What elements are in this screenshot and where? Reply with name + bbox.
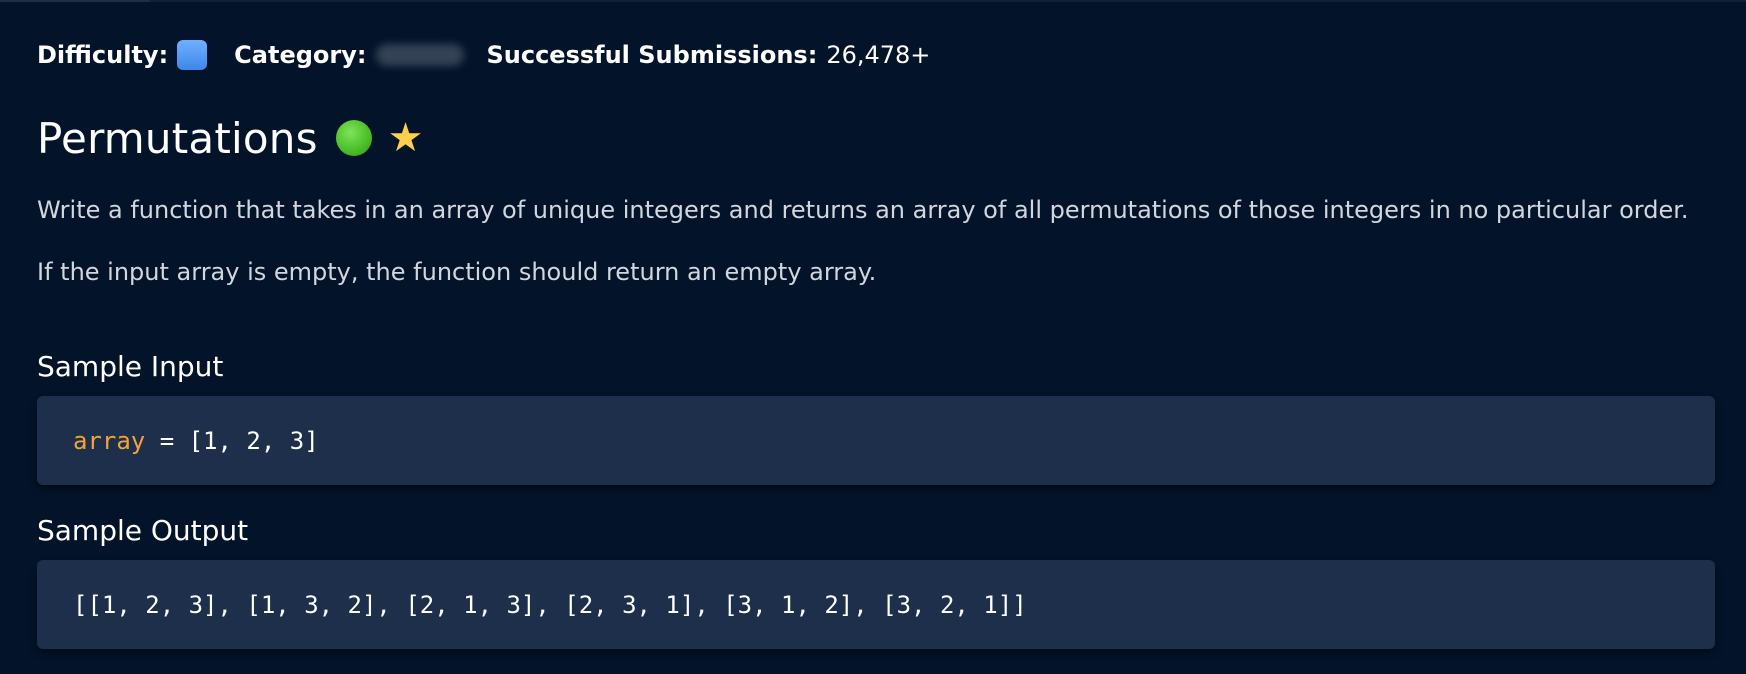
difficulty-label: Difficulty: (37, 41, 169, 69)
star-icon[interactable]: ★ (388, 118, 424, 158)
category-label: Category: (234, 41, 367, 69)
category-value-hidden (376, 44, 465, 66)
title-row: Permutations ★ (37, 110, 424, 166)
problem-description-empty-case: If the input array is empty, the functio… (37, 258, 877, 286)
code-assignment: = [1, 2, 3] (145, 426, 319, 455)
submissions-count: 26,478+ (826, 41, 931, 69)
sample-input-heading: Sample Input (37, 350, 224, 383)
sample-output-heading: Sample Output (37, 514, 249, 547)
problem-meta: Difficulty: Category: Successful Submiss… (37, 38, 930, 72)
sample-input-code: array = [1, 2, 3] (37, 396, 1715, 485)
top-divider (0, 0, 1746, 2)
problem-description: Write a function that takes in an array … (37, 196, 1689, 224)
sample-output-code: [[1, 2, 3], [1, 3, 2], [2, 1, 3], [2, 3,… (37, 560, 1715, 649)
code-variable: array (73, 426, 146, 455)
top-divider-accent (0, 0, 150, 2)
problem-title: Permutations (37, 113, 318, 163)
green-circle-icon[interactable] (335, 120, 372, 156)
difficulty-badge-icon (177, 40, 208, 70)
submissions-label: Successful Submissions: (486, 41, 818, 69)
